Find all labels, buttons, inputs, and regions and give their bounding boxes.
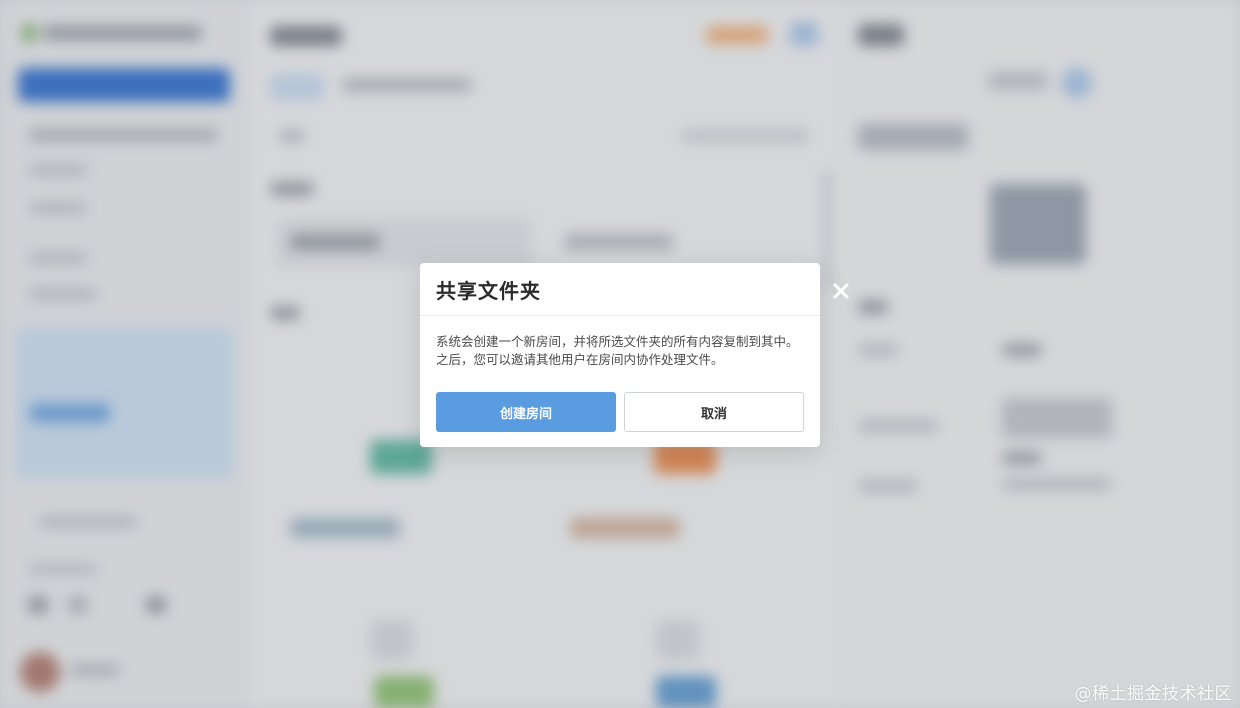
create-room-button[interactable]: 创建房间 xyxy=(436,392,616,432)
watermark: @稀土掘金技术社区 xyxy=(1074,684,1232,704)
close-dialog-button[interactable] xyxy=(828,278,854,304)
share-folder-dialog: 共享文件夹 系统会创建一个新房间，并将所选文件夹的所有内容复制到其中。之后，您可… xyxy=(420,263,820,447)
dialog-header: 共享文件夹 xyxy=(420,263,820,316)
dialog-message: 系统会创建一个新房间，并将所选文件夹的所有内容复制到其中。之后，您可以邀请其他用… xyxy=(436,334,799,367)
cancel-button[interactable]: 取消 xyxy=(624,392,804,432)
dialog-title: 共享文件夹 xyxy=(436,278,541,303)
dialog-actions: 创建房间 取消 xyxy=(436,392,804,432)
close-icon xyxy=(833,283,849,299)
